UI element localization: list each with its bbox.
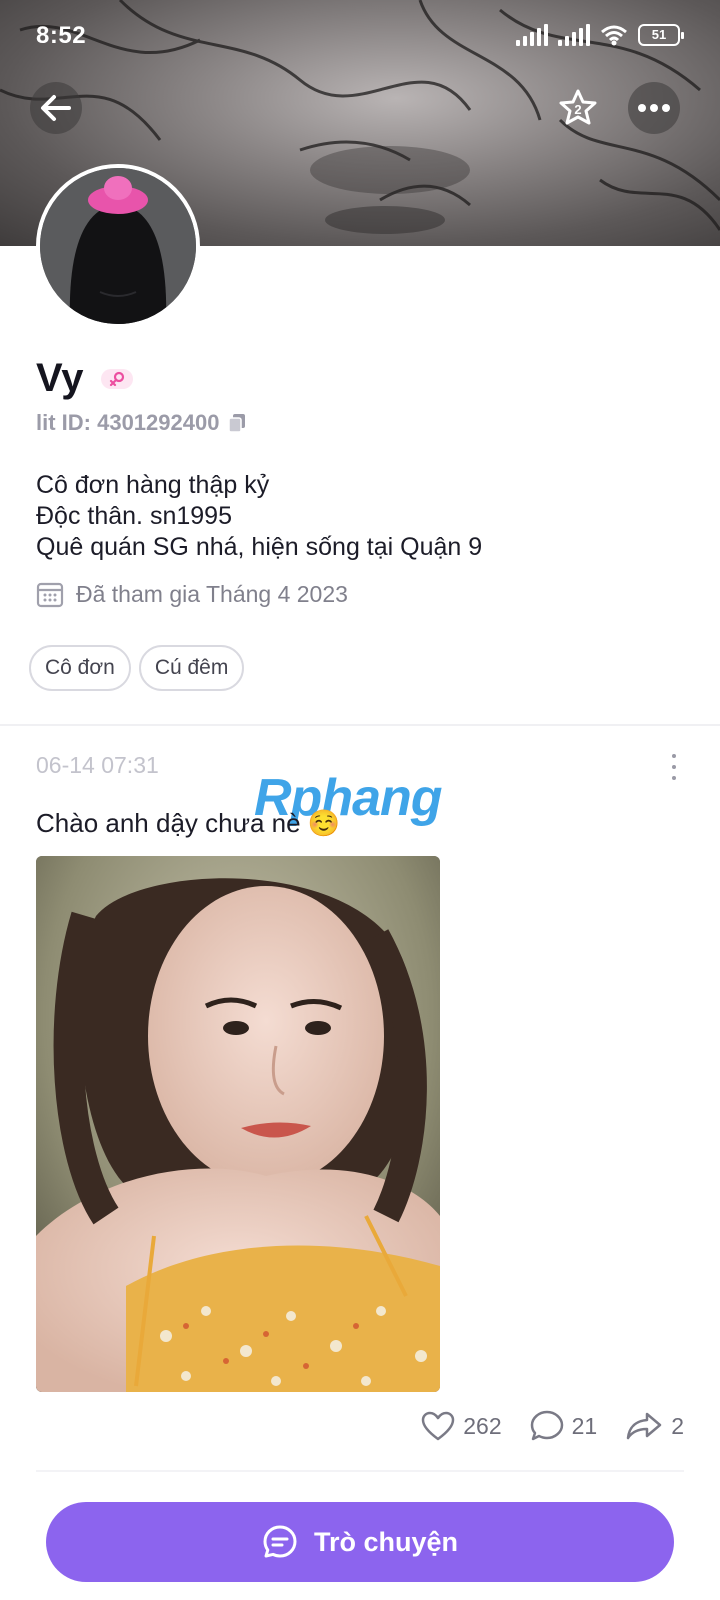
post-text: Chào anh dậy chưa nè ☺️ [36, 808, 341, 838]
post-more-icon[interactable] [668, 754, 680, 780]
tag-chip[interactable]: Cú đêm [138, 645, 245, 691]
bio-line: Quê quán SG nhá, hiện sống tại Quận 9 [36, 533, 483, 561]
post-time: 06-14 07:31 [36, 752, 159, 778]
section-divider [0, 724, 720, 726]
status-bar: 8:52 51 [0, 0, 720, 72]
bio-line: Cô đơn hàng thập kỷ [36, 471, 270, 499]
post-photo[interactable] [36, 856, 440, 1392]
bottom-divider [36, 1470, 684, 1472]
lit-id: lit ID: 4301292400 [36, 410, 247, 436]
joined-text: Đã tham gia Tháng 4 2023 [76, 580, 348, 607]
arrow-left-icon [41, 95, 71, 121]
like-button[interactable]: 262 [421, 1411, 502, 1441]
bio-line: Độc thân. sn1995 [36, 502, 232, 530]
signal-icon [516, 24, 548, 46]
chat-bubble-icon [263, 1525, 297, 1558]
status-time: 8:52 [36, 22, 87, 49]
avatar[interactable] [36, 164, 200, 328]
comment-button[interactable]: 21 [530, 1410, 598, 1442]
wifi-icon [601, 25, 627, 46]
back-button[interactable] [30, 82, 82, 134]
copy-icon[interactable] [227, 412, 247, 434]
post-actions: 262 21 2 [421, 1410, 684, 1442]
favorite-badge-count: 2 [574, 102, 581, 117]
status-icons: 51 [516, 24, 684, 46]
chat-button-label: Trò chuyện [313, 1526, 459, 1557]
share-count: 2 [671, 1412, 684, 1439]
comment-count: 21 [571, 1412, 598, 1439]
battery-icon: 51 [638, 24, 684, 46]
share-button[interactable]: 2 [625, 1411, 684, 1441]
more-button[interactable] [628, 82, 680, 134]
gender-badge [101, 368, 134, 389]
star-badge-icon: 2 [559, 89, 597, 125]
signal-icon [558, 24, 590, 46]
lit-id-text: lit ID: 4301292400 [36, 410, 220, 435]
share-icon [626, 1412, 662, 1440]
profile-bio: Cô đơn hàng thập kỷ Độc thân. sn1995 Quê… [36, 470, 482, 563]
profile-tags: Cô đơn Cú đêm [29, 645, 245, 691]
chat-button[interactable]: Trò chuyện [46, 1502, 674, 1582]
tag-chip[interactable]: Cô đơn [29, 645, 131, 691]
comment-icon [530, 1410, 563, 1441]
like-count: 262 [463, 1412, 502, 1439]
profile-name: Vy [36, 356, 84, 400]
joined-date: Đã tham gia Tháng 4 2023 [36, 580, 348, 608]
more-horizontal-icon [638, 104, 670, 112]
heart-icon [421, 1411, 455, 1441]
calendar-icon [36, 582, 64, 608]
favorite-button[interactable]: 2 [552, 82, 604, 134]
female-symbol-icon [110, 371, 125, 386]
profile-name-row: Vy [36, 356, 134, 401]
